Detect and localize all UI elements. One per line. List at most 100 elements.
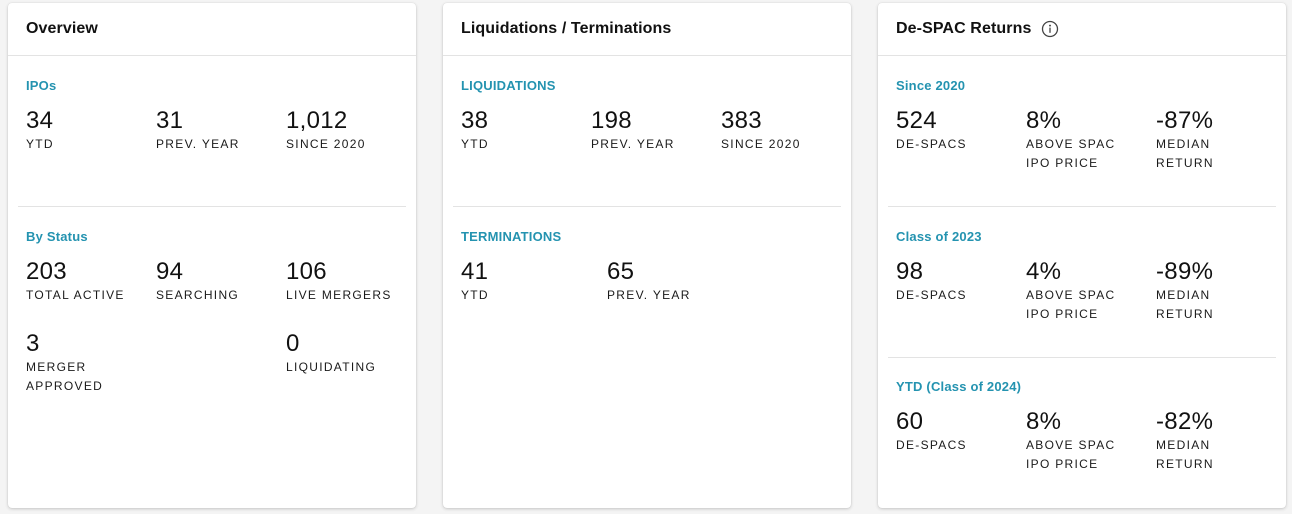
stat-above-ipo-price: 8% ABOVE SPAC IPO PRICE [1026,108,1156,173]
stat-median-return: -89% MEDIAN RETURN [1156,259,1286,324]
stat-caption: YTD [26,137,54,151]
stat-value: 106 [286,258,327,285]
stat-liquidations-prev-year: 198 PREV. YEAR [591,108,721,154]
stat-value: 34 [26,107,54,134]
stat-live-mergers: 106 LIVE MERGERS [286,259,416,305]
stat-value: -82% [1156,408,1214,435]
stat-caption: SEARCHING [156,288,240,302]
stat-caption: PREV. YEAR [156,137,240,151]
dashboard: Overview IPOs 34 YTD 31 PREV. YEAR 1,012… [0,0,1292,514]
despac-group-class-2023: Class of 2023 98 DE-SPACS 4% ABOVE SPAC … [878,229,1286,324]
by-status-stats-row-2: 3 MERGER APPROVED 0 LIQUIDATING [26,331,406,396]
terminations-label: TERMINATIONS [461,229,562,244]
section-divider [888,206,1276,207]
stat-caption: ABOVE SPAC IPO PRICE [1026,438,1116,471]
despac-group-ytd-2024: YTD (Class of 2024) 60 DE-SPACS 8% ABOVE… [878,379,1286,474]
stat-caption: YTD [461,137,489,151]
stat-value: 31 [156,107,184,134]
stat-liquidations-ytd: 38 YTD [461,108,591,154]
stat-caption: PREV. YEAR [591,137,675,151]
stat-value: 524 [896,107,937,134]
liquidations-section: LIQUIDATIONS 38 YTD 198 PREV. YEAR 383 S… [443,78,851,154]
stat-caption: MEDIAN RETURN [1156,137,1214,170]
stat-value: 60 [896,408,924,435]
stat-value: 8% [1026,107,1062,134]
terminations-stats: 41 YTD 65 PREV. YEAR [461,259,841,305]
stat-value: 0 [286,330,300,357]
liquidations-title: Liquidations / Terminations [461,20,672,37]
stat-value: 1,012 [286,107,348,134]
ipos-label: IPOs [26,78,57,93]
by-status-stats-row-1: 203 TOTAL ACTIVE 94 SEARCHING 106 LIVE M… [26,259,406,305]
stat-value: 3 [26,330,40,357]
liquidations-card: Liquidations / Terminations LIQUIDATIONS… [443,3,851,508]
despac-title: De-SPAC Returns [896,20,1032,37]
by-status-section: By Status 203 TOTAL ACTIVE 94 SEARCHING … [8,229,416,396]
stat-liquidations-since-2020: 383 SINCE 2020 [721,108,851,154]
stat-value: 65 [607,258,635,285]
stat-caption: DE-SPACS [896,288,967,302]
overview-card: Overview IPOs 34 YTD 31 PREV. YEAR 1,012… [8,3,416,508]
stat-value: 98 [896,258,924,285]
group-label: YTD (Class of 2024) [896,379,1022,394]
stat-value: 8% [1026,408,1062,435]
liquidations-card-header: Liquidations / Terminations [443,3,851,56]
stat-value: 198 [591,107,632,134]
stat-caption: MEDIAN RETURN [1156,288,1214,321]
info-circle-icon[interactable] [1041,20,1059,38]
stat-caption: SINCE 2020 [721,137,801,151]
stat-ipos-prev-year: 31 PREV. YEAR [156,108,286,154]
stat-caption: DE-SPACS [896,438,967,452]
group-label: Class of 2023 [896,229,982,244]
stat-total-active: 203 TOTAL ACTIVE [26,259,156,305]
stat-caption: MEDIAN RETURN [1156,438,1214,471]
stat-value: 4% [1026,258,1062,285]
stat-merger-approved: 3 MERGER APPROVED [26,331,156,396]
despac-group-since-2020: Since 2020 524 DE-SPACS 8% ABOVE SPAC IP… [878,78,1286,173]
stat-terminations-prev-year: 65 PREV. YEAR [607,259,737,305]
stat-searching: 94 SEARCHING [156,259,286,305]
stat-value: 94 [156,258,184,285]
stat-empty-slot [156,331,286,396]
stat-value: -89% [1156,258,1214,285]
stat-caption: DE-SPACS [896,137,967,151]
stat-liquidating: 0 LIQUIDATING [286,331,416,396]
stat-caption: ABOVE SPAC IPO PRICE [1026,137,1116,170]
stat-caption: TOTAL ACTIVE [26,288,125,302]
stat-above-ipo-price: 8% ABOVE SPAC IPO PRICE [1026,409,1156,474]
overview-title: Overview [26,20,98,37]
stat-median-return: -82% MEDIAN RETURN [1156,409,1286,474]
stat-value: -87% [1156,107,1214,134]
stat-caption: MERGER APPROVED [26,360,104,393]
liquidations-label: LIQUIDATIONS [461,78,556,93]
section-divider [18,206,406,207]
overview-card-header: Overview [8,3,416,56]
stat-median-return: -87% MEDIAN RETURN [1156,108,1286,173]
group-stats: 98 DE-SPACS 4% ABOVE SPAC IPO PRICE -89%… [896,259,1276,324]
despac-card: De-SPAC Returns Since 2020 524 DE-SPACS … [878,3,1286,508]
stat-caption: ABOVE SPAC IPO PRICE [1026,288,1116,321]
stat-value: 38 [461,107,489,134]
stat-de-spacs: 524 DE-SPACS [896,108,1026,173]
section-divider [888,357,1276,358]
stat-de-spacs: 98 DE-SPACS [896,259,1026,324]
stat-caption: LIQUIDATING [286,360,377,374]
stat-above-ipo-price: 4% ABOVE SPAC IPO PRICE [1026,259,1156,324]
group-stats: 60 DE-SPACS 8% ABOVE SPAC IPO PRICE -82%… [896,409,1276,474]
by-status-label: By Status [26,229,88,244]
terminations-section: TERMINATIONS 41 YTD 65 PREV. YEAR [443,229,851,305]
stat-caption: SINCE 2020 [286,137,366,151]
despac-card-header: De-SPAC Returns [878,3,1286,56]
stat-de-spacs: 60 DE-SPACS [896,409,1026,474]
stat-ipos-ytd: 34 YTD [26,108,156,154]
ipos-stats: 34 YTD 31 PREV. YEAR 1,012 SINCE 2020 [26,108,406,154]
liquidations-stats: 38 YTD 198 PREV. YEAR 383 SINCE 2020 [461,108,841,154]
stat-value: 383 [721,107,762,134]
stat-caption: PREV. YEAR [607,288,691,302]
section-divider [453,206,841,207]
group-stats: 524 DE-SPACS 8% ABOVE SPAC IPO PRICE -87… [896,108,1276,173]
stat-value: 41 [461,258,489,285]
stat-terminations-ytd: 41 YTD [461,259,607,305]
group-label: Since 2020 [896,78,966,93]
ipos-section: IPOs 34 YTD 31 PREV. YEAR 1,012 SINCE 20… [8,78,416,154]
